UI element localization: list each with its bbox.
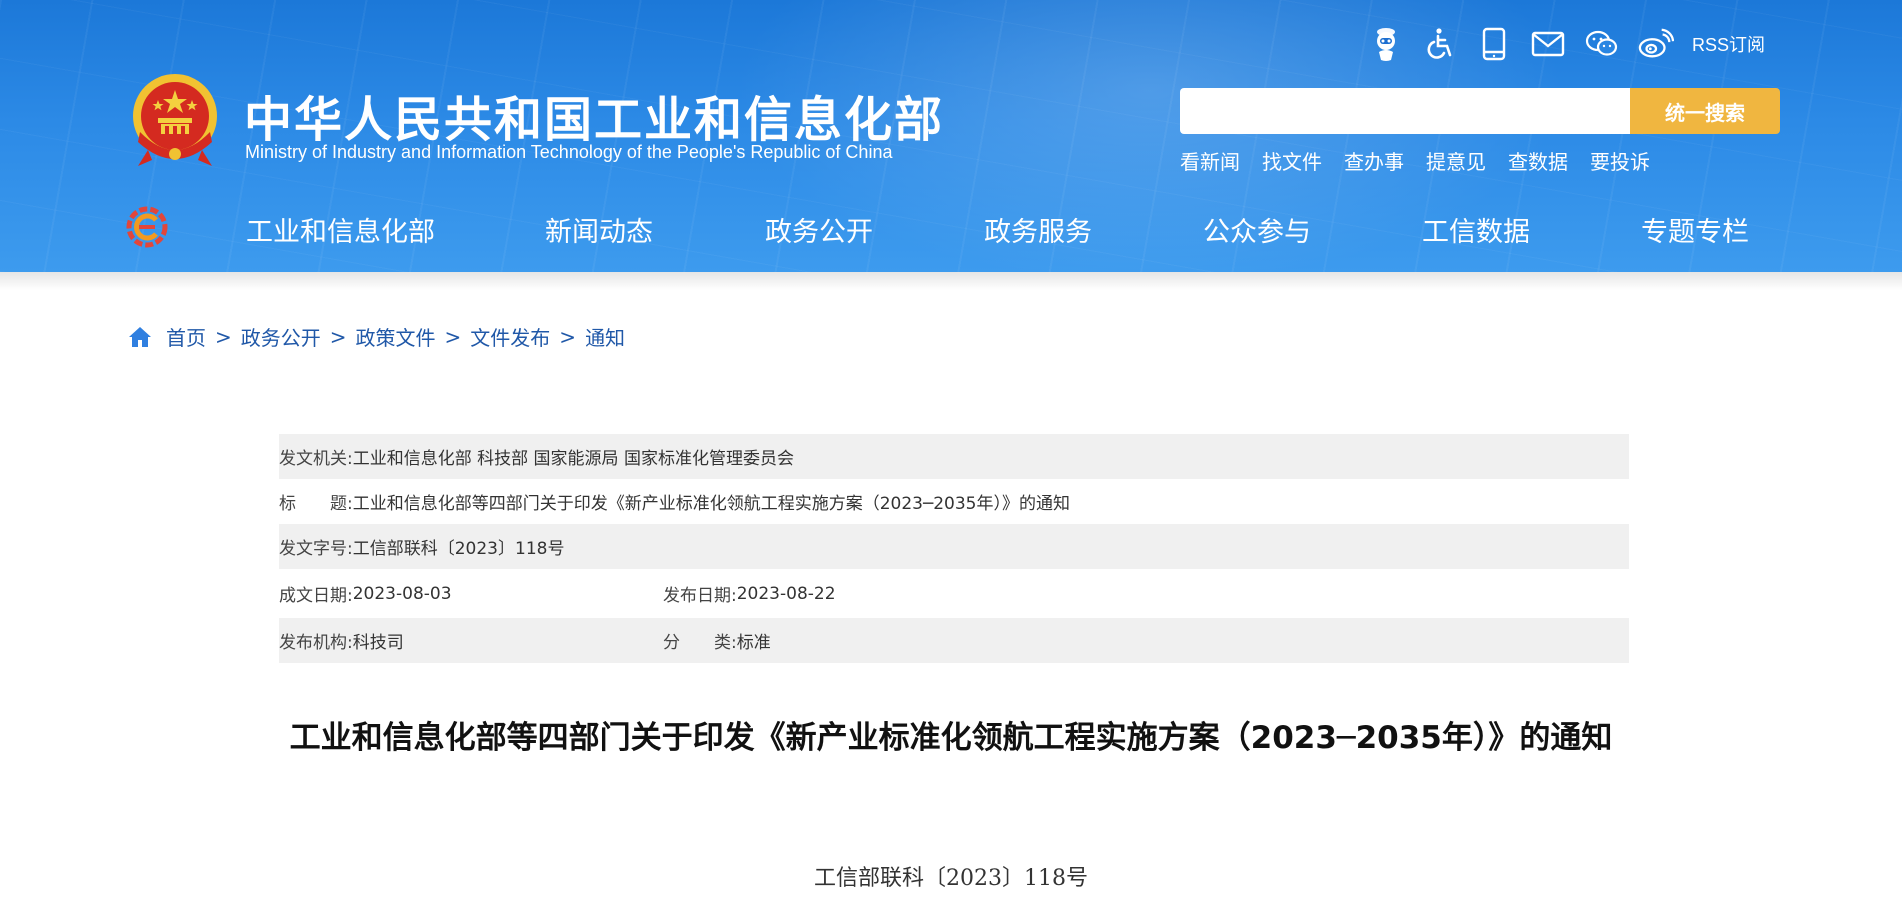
article-title: 工业和信息化部等四部门关于印发《新产业标准化领航工程实施方案（2023─2035… bbox=[289, 720, 1613, 756]
created-date-label: 成文日期: bbox=[279, 586, 353, 606]
breadcrumb-home[interactable]: 首页 bbox=[166, 322, 206, 351]
national-emblem-icon[interactable] bbox=[128, 72, 222, 172]
wechat-icon[interactable] bbox=[1584, 26, 1620, 62]
issuer-value: 工业和信息化部 科技部 国家能源局 国家标准化管理委员会 bbox=[352, 449, 794, 469]
site-title: 中华人民共和国工业和信息化部 bbox=[244, 92, 945, 148]
article-doc-number: 工信部联科〔2023〕118号 bbox=[814, 866, 1088, 891]
quick-link-news[interactable]: 看新闻 bbox=[1180, 146, 1240, 175]
accessibility-icon[interactable] bbox=[1422, 26, 1458, 62]
publishing-org-value: 科技司 bbox=[352, 633, 404, 653]
breadcrumb-file-release[interactable]: 文件发布 bbox=[470, 322, 550, 351]
quick-links: 看新闻 找文件 查办事 提意见 查数据 要投诉 bbox=[1180, 146, 1672, 175]
breadcrumb-notice[interactable]: 通知 bbox=[585, 322, 625, 351]
quick-link-files[interactable]: 找文件 bbox=[1262, 146, 1322, 175]
weibo-icon[interactable] bbox=[1638, 26, 1674, 62]
created-date-value: 2023-08-03 bbox=[352, 583, 452, 604]
nav-item-special-topics[interactable]: 专题专栏 bbox=[1641, 210, 1749, 249]
published-date-label: 发布日期: bbox=[663, 586, 737, 606]
category-label: 分 类: bbox=[663, 633, 737, 653]
mobile-icon[interactable] bbox=[1476, 26, 1512, 62]
meta-row-dates: 成文日期: 2023-08-03 发布日期: 2023-08-22 bbox=[279, 569, 1629, 618]
breadcrumb-government-affairs[interactable]: 政务公开 bbox=[241, 322, 321, 351]
doc-number-value: 工信部联科〔2023〕118号 bbox=[352, 539, 565, 559]
quick-link-complaint[interactable]: 要投诉 bbox=[1590, 146, 1650, 175]
home-icon[interactable] bbox=[128, 325, 152, 349]
header-shadow bbox=[0, 272, 1902, 290]
nav-item-ministry[interactable]: 工业和信息化部 bbox=[246, 210, 435, 249]
site-header: 中华人民共和国工业和信息化部 Ministry of Industry and … bbox=[0, 0, 1902, 272]
meta-row-title: 标 题: 工业和信息化部等四部门关于印发《新产业标准化领航工程实施方案（2023… bbox=[279, 479, 1629, 524]
nav-item-data[interactable]: 工信数据 bbox=[1422, 210, 1530, 249]
category-value: 标准 bbox=[736, 633, 771, 653]
breadcrumb-separator: > bbox=[559, 324, 577, 349]
breadcrumb-separator: > bbox=[329, 324, 347, 349]
mail-icon[interactable] bbox=[1530, 26, 1566, 62]
document-meta-table: 发文机关: 工业和信息化部 科技部 国家能源局 国家标准化管理委员会 标 题: … bbox=[279, 434, 1629, 663]
rss-subscribe-link[interactable]: RSS订阅 bbox=[1692, 31, 1765, 57]
quick-link-feedback[interactable]: 提意见 bbox=[1426, 146, 1486, 175]
breadcrumb: 首页 > 政务公开 > 政策文件 > 文件发布 > 通知 bbox=[128, 322, 625, 351]
nav-item-news[interactable]: 新闻动态 bbox=[545, 210, 653, 249]
nav-item-government-affairs[interactable]: 政务公开 bbox=[765, 210, 873, 249]
publishing-org-label: 发布机构: bbox=[279, 633, 353, 653]
search-input[interactable] bbox=[1180, 88, 1630, 134]
nav-item-government-services[interactable]: 政务服务 bbox=[984, 210, 1092, 249]
issuer-label: 发文机关: bbox=[279, 449, 353, 469]
title-label: 标 题: bbox=[279, 494, 353, 514]
doc-number-label: 发文字号: bbox=[279, 539, 353, 559]
title-value: 工业和信息化部等四部门关于印发《新产业标准化领航工程实施方案（2023─2035… bbox=[352, 494, 1070, 514]
nav-item-public-participation[interactable]: 公众参与 bbox=[1203, 210, 1311, 249]
quick-link-services[interactable]: 查办事 bbox=[1344, 146, 1404, 175]
robot-assistant-icon[interactable] bbox=[1368, 26, 1404, 62]
quick-link-data[interactable]: 查数据 bbox=[1508, 146, 1568, 175]
breadcrumb-policy-files[interactable]: 政策文件 bbox=[356, 322, 436, 351]
published-date-value: 2023-08-22 bbox=[736, 583, 836, 604]
meta-row-org-category: 发布机构: 科技司 分 类: 标准 bbox=[279, 618, 1629, 663]
site-subtitle: Ministry of Industry and Information Tec… bbox=[245, 142, 893, 162]
search-button[interactable]: 统一搜索 bbox=[1630, 88, 1780, 134]
meta-row-doc-number: 发文字号: 工信部联科〔2023〕118号 bbox=[279, 524, 1629, 569]
breadcrumb-separator: > bbox=[215, 324, 232, 349]
meta-row-issuer: 发文机关: 工业和信息化部 科技部 国家能源局 国家标准化管理委员会 bbox=[279, 434, 1629, 479]
utility-icons: RSS订阅 bbox=[1368, 24, 1765, 64]
breadcrumb-separator: > bbox=[444, 324, 462, 349]
main-nav: 工业和信息化部 新闻动态 政务公开 政务服务 公众参与 工信数据 专题专栏 bbox=[0, 206, 1902, 250]
